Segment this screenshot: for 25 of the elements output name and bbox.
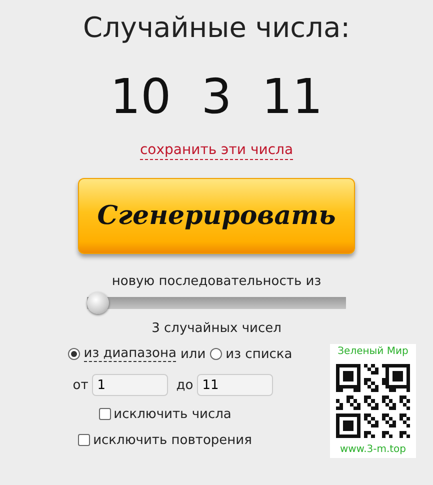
qr-code-icon — [336, 364, 410, 438]
radio-button[interactable] — [210, 348, 222, 360]
count-label: 3 случайных чисел — [152, 321, 282, 336]
random-number: 3 — [201, 69, 232, 125]
to-label: до — [176, 378, 194, 392]
save-numbers-link[interactable]: сохранить эти числа — [140, 142, 294, 160]
from-label: от — [72, 378, 88, 392]
radio-button[interactable] — [68, 348, 80, 360]
checkbox[interactable] — [98, 408, 111, 420]
qr-caption: Зеленый Мир — [338, 346, 408, 358]
random-number: 11 — [262, 69, 323, 125]
checkbox-label[interactable]: исключить повторения — [93, 432, 252, 448]
range-link[interactable]: из диапазона — [84, 346, 176, 362]
checkbox-label[interactable]: исключить числа — [114, 406, 232, 422]
checkbox[interactable] — [78, 434, 90, 446]
or-label: или — [180, 346, 206, 362]
random-number: 10 — [110, 69, 172, 125]
sequence-label: новую последовательность из — [112, 274, 322, 289]
slider-thumb[interactable] — [87, 292, 109, 314]
qr-url: www.3-m.top — [340, 444, 406, 456]
generate-button[interactable]: Сгенерировать — [78, 178, 355, 254]
to-field[interactable]: 11 — [197, 374, 274, 396]
radio-label[interactable]: из списка — [226, 346, 292, 362]
page-title: Случайные числа: — [82, 10, 350, 46]
from-field[interactable]: 1 — [92, 374, 168, 396]
